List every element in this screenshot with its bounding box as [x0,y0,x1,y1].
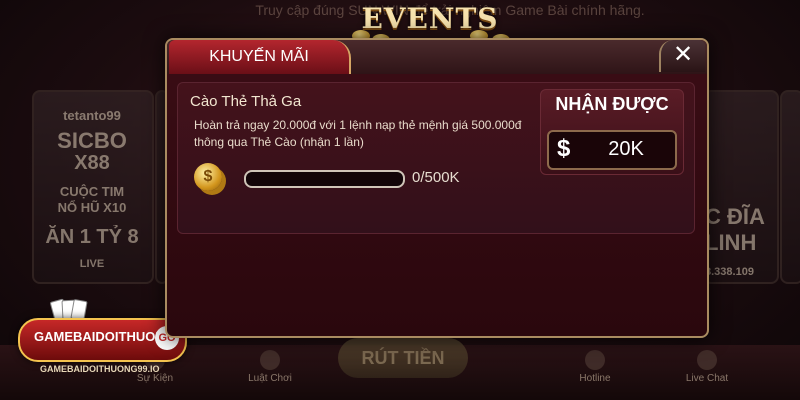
events-title: EVENTS [361,2,499,35]
dollar-icon: $ [557,135,571,162]
bg-right-line: LINH [705,230,757,255]
bg-left-line: NỔ HŨ X10 [57,200,127,215]
nav-item-label: Live Chat [685,373,729,384]
promotion-description: Hoàn trả ngay 20.000đ với 1 lệnh nạp thẻ… [194,118,522,149]
chat-icon [697,350,717,370]
bg-right-line: C ĐĨA [705,204,765,229]
tab-khuyen-mai[interactable]: KHUYẾN MÃI [169,40,351,74]
nav-item-label: Luật Chơi [248,373,292,384]
progress-bar [244,170,405,188]
bg-left-live: LIVE [79,258,105,270]
bg-left-line: SICBO [57,128,127,153]
bg-left-line: ĂN 1 TỶ 8 [45,226,139,248]
bg-left-line: CUỘC TIM [59,184,125,199]
bg-left-brand: tetanto99 [63,108,121,123]
promotion-modal: KHUYẾN MÃI ✕ Cào Thẻ Thả Ga Hoàn trả nga… [165,38,709,338]
progress-text: 0/500K [412,169,460,186]
reward-panel: NHẬN ĐƯỢC $ 20K [540,89,684,175]
withdraw-button[interactable]: RÚT TIỀN [338,338,468,378]
close-button[interactable]: ✕ [659,40,705,72]
promotion-title: Cào Thẻ Thả Ga [190,93,302,110]
reward-value-box: $ 20K [547,130,677,170]
phone-icon [585,350,605,370]
nav-item-live-chat[interactable]: Live Chat [672,350,742,384]
close-icon: ✕ [672,41,694,68]
site-logo: GAMEBAIDOITHUONG GO [18,318,187,362]
coin-icon: $ [194,163,222,191]
rules-icon [260,350,280,370]
logo-subtitle: GAMEBAIDOITHUONG99.IO [40,364,160,374]
logo-text: GAMEBAIDOITHUONG [34,329,175,344]
nav-item-rules[interactable]: Luật Chơi [235,350,305,384]
background-game-card-right-edge [780,90,800,284]
reward-label: NHẬN ĐƯỢC [555,94,669,114]
nav-item-label: Hotline [579,373,611,384]
bg-right-jackpot: 8.338.109 [705,266,754,278]
promotion-card: Cào Thẻ Thả Ga Hoàn trả ngay 20.000đ với… [177,82,695,234]
reward-value: 20K [608,138,644,160]
bg-left-line: X88 [74,152,110,174]
nav-item-label: Sự Kiện [136,373,174,384]
nav-item-hotline[interactable]: Hotline [560,350,630,384]
